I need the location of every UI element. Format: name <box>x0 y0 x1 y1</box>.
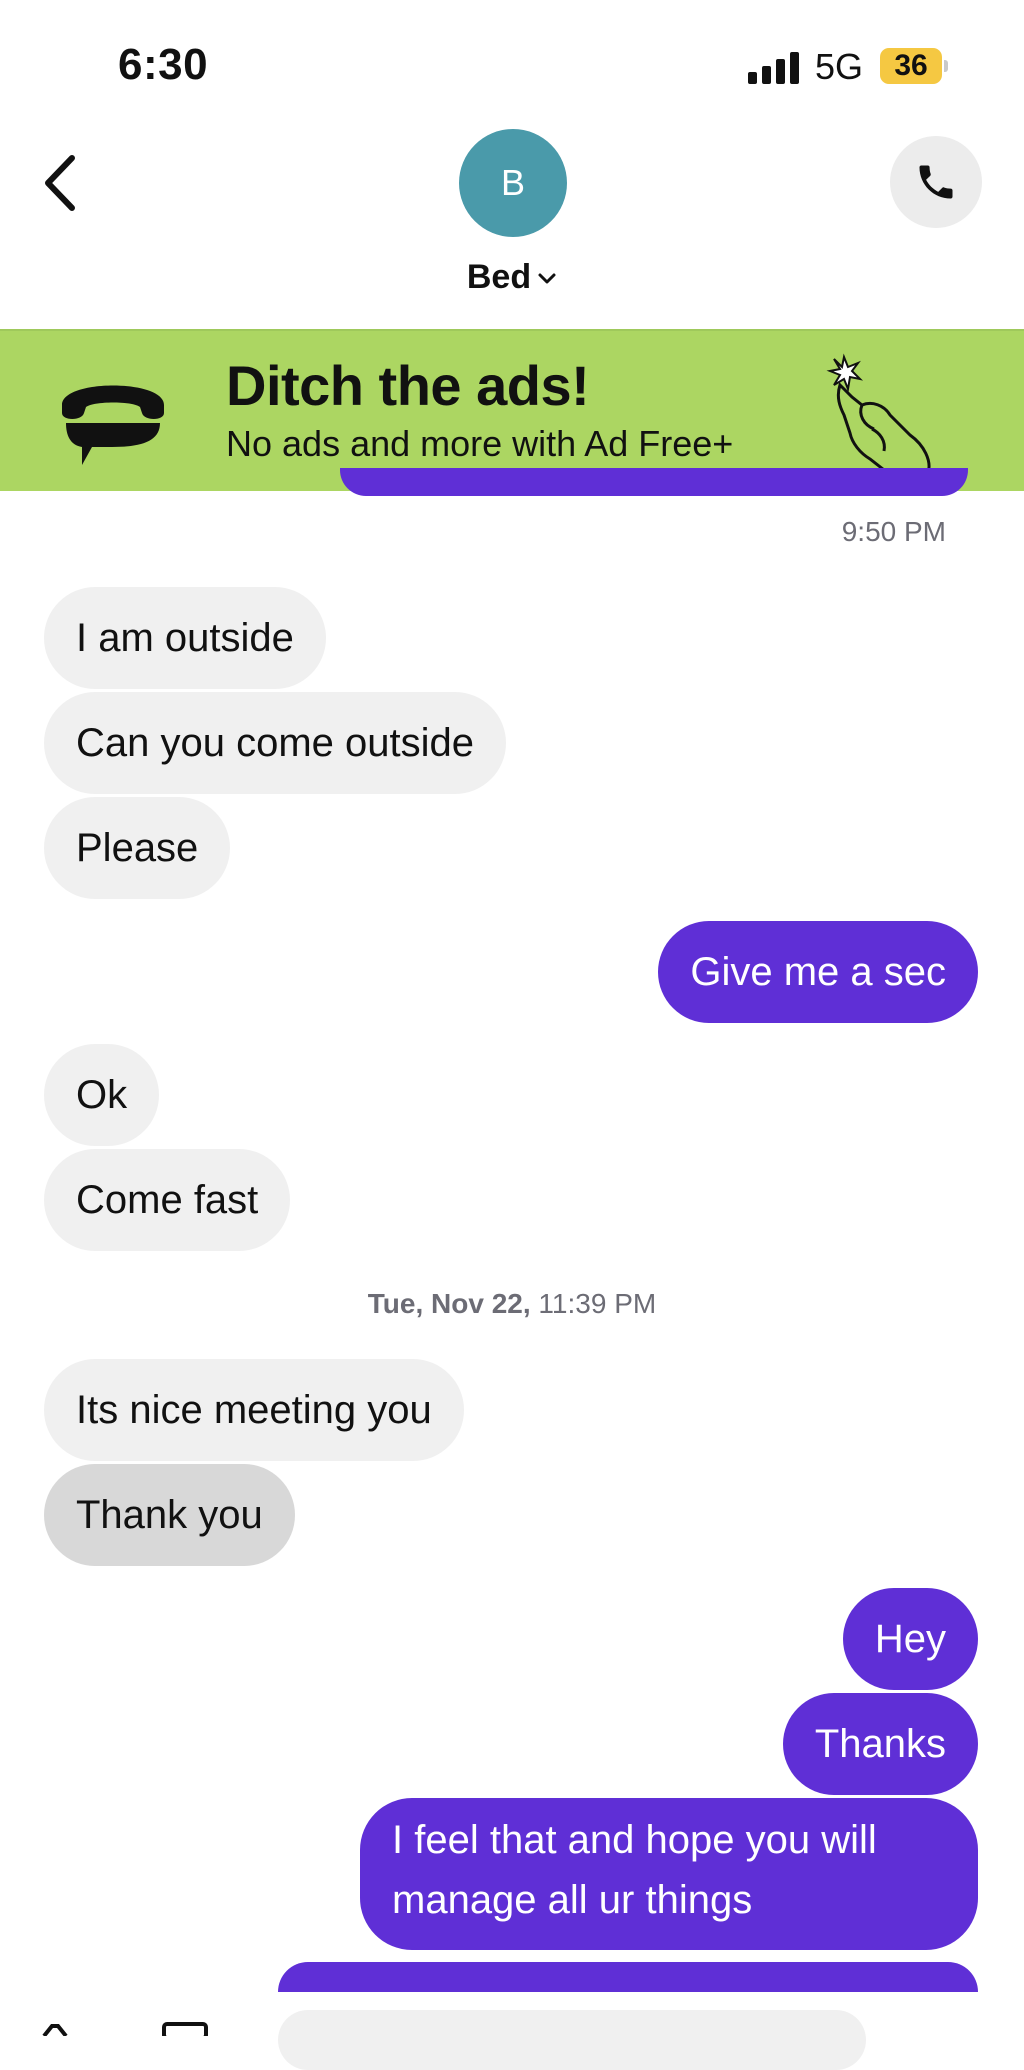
date-separator: Tue, Nov 22, 11:39 PM <box>0 1288 1024 1320</box>
date-separator-time: 11:39 PM <box>538 1288 657 1319</box>
message-bubble-received[interactable]: Can you come outside <box>44 692 507 794</box>
ad-subtitle: No ads and more with Ad Free+ <box>226 423 734 464</box>
camera-icon[interactable] <box>40 2022 70 2038</box>
textnow-logo-icon <box>62 385 164 465</box>
contact-name: Bed <box>466 258 532 296</box>
message-bubble-received[interactable]: I am outside <box>44 587 326 689</box>
call-button[interactable] <box>890 136 982 228</box>
message-bubble-received[interactable]: Its nice meeting you <box>44 1359 464 1461</box>
cellular-signal-icon <box>748 52 802 84</box>
message-bubble-received[interactable]: Come fast <box>44 1149 291 1251</box>
back-button[interactable] <box>38 148 86 218</box>
status-time: 6:30 <box>118 40 209 89</box>
ad-banner[interactable]: Ditch the ads! No ads and more with Ad F… <box>0 329 1024 491</box>
message-bubble-received[interactable]: Ok <box>44 1044 160 1146</box>
message-bubble-sent-partial[interactable] <box>278 1962 978 1992</box>
message-bubble-sent[interactable]: I feel that and hope you will manage all… <box>360 1798 978 1950</box>
message-bubble-sent-partial[interactable] <box>340 468 968 496</box>
battery-icon: 36 <box>880 48 950 84</box>
battery-level: 36 <box>894 49 928 82</box>
message-bubble-sent[interactable]: Give me a sec <box>658 921 978 1023</box>
hand-snap-icon <box>826 353 931 482</box>
message-timestamp: 9:50 PM <box>841 516 946 547</box>
message-bubble-received[interactable]: Please <box>44 797 231 899</box>
message-bubble-sent[interactable]: Thanks <box>782 1693 978 1795</box>
chevron-down-icon <box>538 273 556 284</box>
date-separator-date: Tue, Nov 22, <box>367 1288 531 1319</box>
message-bubble-received-selected[interactable]: Thank you <box>44 1464 295 1566</box>
phone-icon <box>919 165 953 199</box>
message-input[interactable] <box>278 2010 866 2070</box>
contact-avatar[interactable]: B <box>459 129 567 237</box>
contact-name-button[interactable]: Bed <box>0 258 1024 297</box>
chevron-left-icon <box>45 155 75 211</box>
gallery-icon[interactable] <box>160 2020 210 2040</box>
ad-title: Ditch the ads! <box>226 354 590 417</box>
message-bubble-sent[interactable]: Hey <box>842 1588 978 1690</box>
network-type: 5G <box>815 46 864 87</box>
